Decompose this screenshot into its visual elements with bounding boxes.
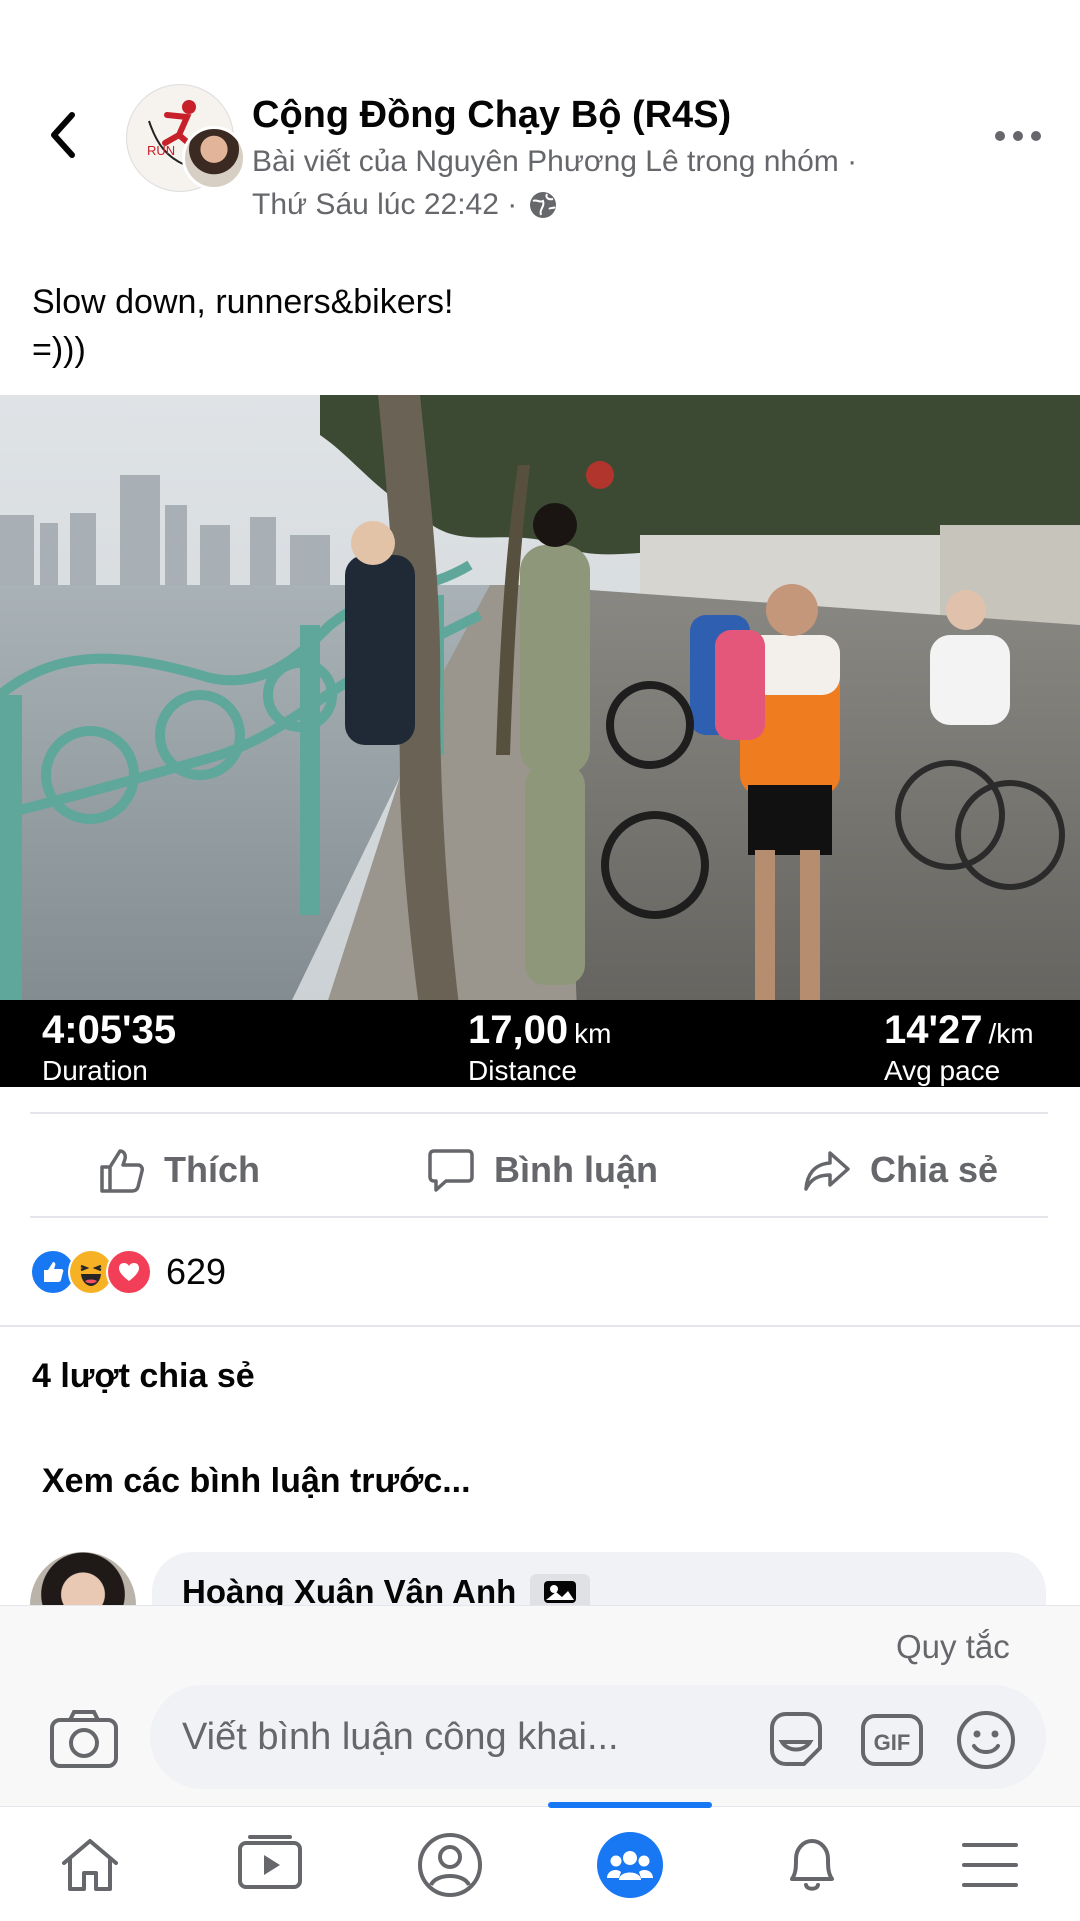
nav-menu[interactable] <box>950 1830 1030 1900</box>
hamburger-menu-icon <box>962 1843 1018 1887</box>
love-reaction-icon <box>106 1249 152 1295</box>
comment-button[interactable]: Bình luận <box>426 1140 658 1200</box>
divider <box>30 1216 1048 1218</box>
pace-value: 14'27 <box>884 1008 983 1052</box>
gif-icon: GIF <box>861 1714 923 1766</box>
thumbs-up-icon <box>100 1149 144 1193</box>
camera-button[interactable] <box>48 1708 120 1770</box>
sticker-button[interactable] <box>764 1708 828 1772</box>
reaction-count: 629 <box>166 1251 227 1292</box>
like-button[interactable]: Thích <box>96 1140 260 1200</box>
video-play-icon <box>238 1835 302 1889</box>
rules-link[interactable]: Quy tắc <box>896 1628 1010 1666</box>
like-label: Thích <box>164 1149 260 1190</box>
author-avatar[interactable] <box>182 126 246 190</box>
reactions-summary[interactable]: 629 <box>30 1249 227 1295</box>
divider <box>30 1112 1048 1114</box>
chevron-left-icon <box>51 112 75 158</box>
view-previous-comments-link[interactable]: Xem các bình luận trước... <box>42 1462 471 1501</box>
nav-home[interactable] <box>50 1830 130 1900</box>
nav-watch[interactable] <box>230 1830 310 1900</box>
sticker-icon <box>770 1712 822 1766</box>
share-button[interactable]: Chia sẻ <box>802 1140 998 1200</box>
duration-label: Duration <box>42 1055 148 1086</box>
post-text: Slow down, runners&bikers! =))) <box>32 283 454 369</box>
post-timestamp[interactable]: Thứ Sáu lúc 22:42 · <box>252 188 517 222</box>
more-options-button[interactable] <box>990 118 1046 154</box>
nav-notifications[interactable] <box>772 1830 852 1900</box>
duration-value: 4:05'35 <box>42 1008 177 1052</box>
active-tab-indicator <box>548 1802 712 1808</box>
distance-value: 17,00 <box>468 1008 569 1052</box>
distance-label: Distance <box>468 1055 577 1086</box>
emoji-button[interactable] <box>954 1708 1018 1772</box>
group-name[interactable]: Cộng Đồng Chạy Bộ (R4S) <box>252 94 731 137</box>
back-button[interactable] <box>40 105 90 165</box>
pace-label: Avg pace <box>884 1055 1001 1086</box>
share-count[interactable]: 4 lượt chia sẻ <box>32 1357 255 1396</box>
comment-bubble-icon <box>428 1149 474 1192</box>
globe-icon <box>530 192 557 218</box>
svg-text:GIF: GIF <box>874 1730 911 1755</box>
smiley-icon <box>957 1711 1015 1769</box>
profile-icon <box>418 1833 482 1897</box>
more-dots-icon <box>995 131 1041 141</box>
distance-unit: km <box>574 1018 612 1049</box>
stat-duration: 4:05'35 Duration <box>42 1008 182 1087</box>
run-stats-bar: 4:05'35 Duration 17,00 km Distance 14'27/… <box>0 1000 1080 1087</box>
bottom-navigation <box>0 1806 1080 1921</box>
stat-distance: 17,00 km Distance <box>468 1008 611 1087</box>
stat-pace: 14'27/km Avg pace <box>884 1008 1034 1087</box>
post-meta: Thứ Sáu lúc 22:42 · <box>252 188 559 222</box>
comment-label: Bình luận <box>494 1149 658 1190</box>
divider <box>0 1325 1080 1327</box>
groups-icon <box>597 1832 663 1898</box>
nav-profile[interactable] <box>410 1830 490 1900</box>
pace-unit: /km <box>988 1018 1034 1049</box>
bell-icon <box>790 1839 834 1891</box>
camera-icon <box>50 1710 118 1768</box>
post-byline[interactable]: Bài viết của Nguyên Phương Lê trong nhóm… <box>252 145 857 179</box>
share-label: Chia sẻ <box>870 1149 999 1190</box>
gif-button[interactable]: GIF <box>860 1708 924 1772</box>
lakeside-runners-photo <box>0 395 1080 1087</box>
nav-groups[interactable] <box>590 1830 670 1900</box>
post-photo[interactable] <box>0 395 1080 1087</box>
share-arrow-icon <box>804 1151 850 1191</box>
home-icon <box>62 1839 118 1891</box>
svg-text:RUN: RUN <box>147 143 175 158</box>
